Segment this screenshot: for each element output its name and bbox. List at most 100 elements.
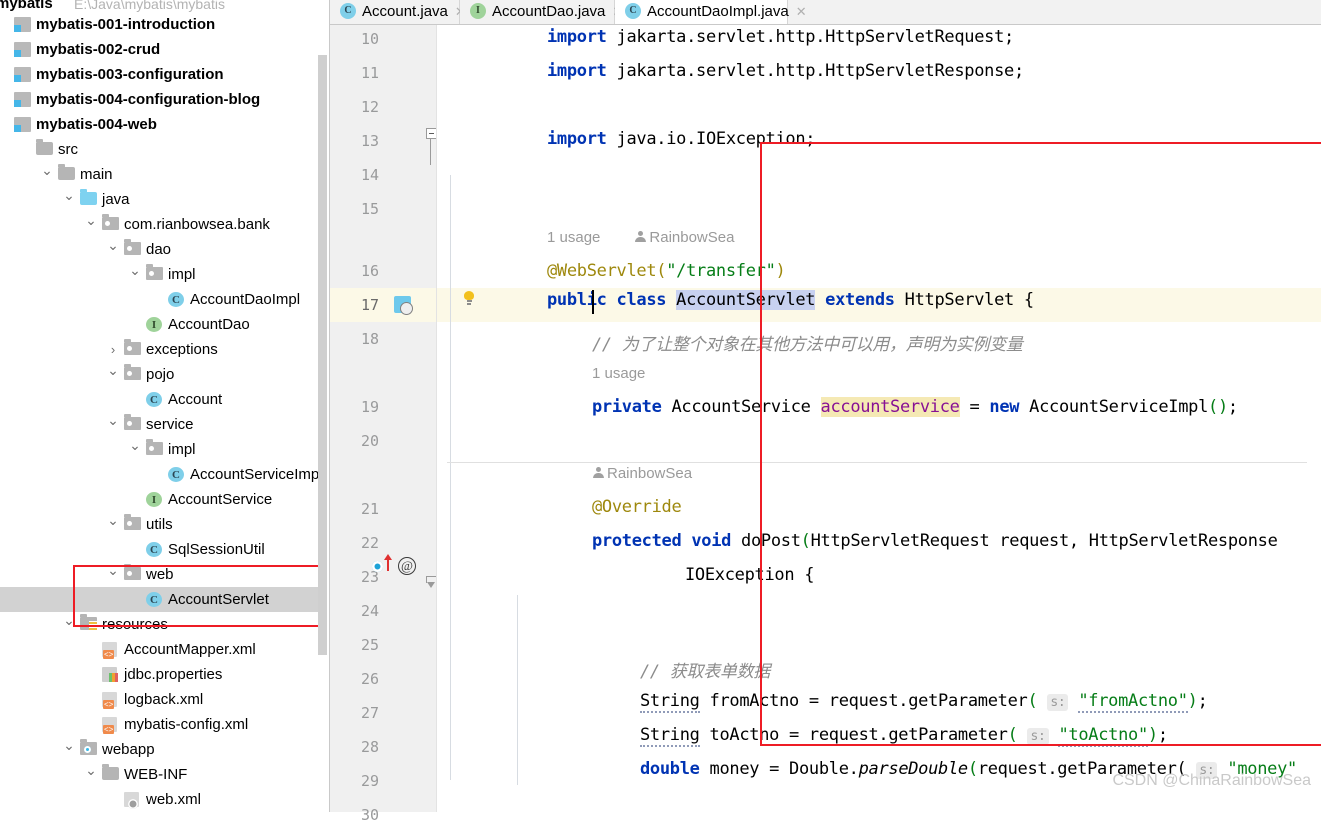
tree-item-accountdaoimpl[interactable]: C AccountDaoImpl xyxy=(0,287,320,312)
tree-item-impl[interactable]: ⌄ impl xyxy=(0,437,320,462)
tree-scrollbar-thumb[interactable] xyxy=(318,55,327,655)
tree-item-label: main xyxy=(80,166,113,183)
module-icon xyxy=(14,42,31,57)
code-line-10: import jakarta.servlet.http.HttpServletR… xyxy=(547,27,1014,47)
package-icon xyxy=(124,364,141,380)
tree-item-exceptions[interactable]: › exceptions xyxy=(0,337,320,362)
tree-item-java[interactable]: ⌄ java xyxy=(0,187,320,212)
chevron-down-icon[interactable]: ⌄ xyxy=(62,183,76,208)
chevron-down-icon[interactable]: ⌄ xyxy=(62,608,76,633)
intention-bulb-icon[interactable] xyxy=(464,291,474,305)
chevron-down-icon[interactable]: ⌄ xyxy=(106,408,120,433)
tree-item-account[interactable]: C Account xyxy=(0,387,320,412)
tree-item-impl[interactable]: ⌄ impl xyxy=(0,262,320,287)
tree-item-label: mybatis-004-configuration-blog xyxy=(36,91,261,108)
chevron-down-icon[interactable]: ⌄ xyxy=(84,208,98,233)
code-line-11: import jakarta.servlet.http.HttpServletR… xyxy=(547,61,1024,81)
chevron-down-icon[interactable]: ⌄ xyxy=(128,433,142,458)
editor-gutter[interactable]: 10 11 12 13 14 15 16 17 18 19 20 21 22 23 24 25 26 27 28 29… xyxy=(330,25,437,824)
tree-item-resources[interactable]: ⌄ resources xyxy=(0,612,320,637)
line-number: 10 xyxy=(360,30,379,48)
tree-item-mybatis-002-crud[interactable]: mybatis-002-crud xyxy=(0,37,320,62)
override-arrow-icon[interactable] xyxy=(384,554,392,571)
tree-scrollbar[interactable] xyxy=(318,55,327,655)
tree-item-accountserviceimpl[interactable]: C AccountServiceImpl xyxy=(0,462,323,487)
tree-item-accountservice[interactable]: I AccountService xyxy=(0,487,320,512)
line-number: 18 xyxy=(360,330,379,348)
tree-item-utils[interactable]: ⌄ utils xyxy=(0,512,320,537)
editor-tab-accountdaoimpl-java[interactable]: C AccountDaoImpl.java ✕ xyxy=(615,0,807,24)
tree-item-label: java xyxy=(102,191,130,208)
tree-item-web-xml[interactable]: web.xml xyxy=(0,787,320,812)
tree-item-label: src xyxy=(58,141,78,158)
line-number: 13 xyxy=(360,132,379,150)
tree-item-label: mybatis-002-crud xyxy=(36,41,161,58)
chevron-down-icon[interactable]: ⌄ xyxy=(106,508,120,533)
tree-item-dao[interactable]: ⌄ dao xyxy=(0,237,320,262)
tree-item-mybatis-001-introduction[interactable]: mybatis-001-introduction xyxy=(0,12,320,37)
indent-guide xyxy=(517,595,518,785)
java-interface-icon: I xyxy=(470,3,486,20)
chevron-down-icon[interactable]: ⌄ xyxy=(40,158,54,183)
tree-item-web-inf[interactable]: ⌄ WEB-INF xyxy=(0,762,320,787)
code-editor[interactable]: import jakarta.servlet.http.HttpServletR… xyxy=(437,25,1321,812)
tree-item-logback-xml[interactable]: logback.xml xyxy=(0,687,320,712)
tree-item-accountmapper-xml[interactable]: AccountMapper.xml xyxy=(0,637,320,662)
tree-item-mybatis-004-configuration-blog[interactable]: mybatis-004-configuration-blog xyxy=(0,87,320,112)
java-class-icon: C xyxy=(168,467,184,482)
chevron-down-icon[interactable]: ⌄ xyxy=(106,558,120,583)
tree-item-webapp[interactable]: ⌄ webapp xyxy=(0,737,320,762)
java-class-icon: C xyxy=(625,3,641,20)
tree-item-label: web.xml xyxy=(146,791,202,808)
web-xml-file-icon xyxy=(124,792,139,809)
overriding-method-gutter-icon[interactable] xyxy=(372,561,383,572)
package-icon xyxy=(124,564,141,580)
chevron-down-icon[interactable]: ⌄ xyxy=(128,258,142,283)
java-class-icon: C xyxy=(146,392,162,407)
tree-item-main[interactable]: ⌄ main xyxy=(0,162,320,187)
line-number: 12 xyxy=(360,98,379,116)
chevron-down-icon[interactable]: ⌄ xyxy=(106,358,120,383)
tree-item-service[interactable]: ⌄ service xyxy=(0,412,320,437)
annotation-gutter-icon[interactable]: @ xyxy=(398,557,416,575)
line-number: 14 xyxy=(360,166,379,184)
tree-item-mybatis-config-xml[interactable]: mybatis-config.xml xyxy=(0,712,320,737)
java-class-icon: C xyxy=(146,542,162,557)
webapp-folder-icon xyxy=(80,739,97,755)
servlet-mapping-gutter-icon[interactable] xyxy=(394,296,413,315)
tree-item-pojo[interactable]: ⌄ pojo xyxy=(0,362,320,387)
editor-tab-bar[interactable]: CAccount.java✕IAccountDao.java✕CAccountD… xyxy=(330,0,1321,25)
tree-item-mybatis-004-web[interactable]: mybatis-004-web xyxy=(0,112,320,137)
tree-item-sqlsessionutil[interactable]: C SqlSessionUtil xyxy=(0,537,320,562)
editor-tab-accountdao-java[interactable]: IAccountDao.java✕ xyxy=(460,0,623,24)
tree-item-jdbc-properties[interactable]: jdbc.properties xyxy=(0,662,320,687)
tree-item-web[interactable]: ⌄ web xyxy=(0,562,320,587)
tree-item-accountdao[interactable]: I AccountDao xyxy=(0,312,320,337)
code-line-21: @Override xyxy=(592,497,682,517)
package-icon xyxy=(124,339,141,355)
tree-item-mybatis-003-configuration[interactable]: mybatis-003-configuration xyxy=(0,62,320,87)
line-number: 16 xyxy=(360,262,379,280)
line-number: 19 xyxy=(360,398,379,416)
tree-item-accountservlet[interactable]: C AccountServlet xyxy=(0,587,320,612)
line-number: 21 xyxy=(360,500,379,518)
module-icon xyxy=(14,92,31,107)
watermark: CSDN @ChinaRainbowSea xyxy=(1112,772,1311,789)
line-number: 11 xyxy=(360,64,379,82)
project-tree[interactable]: mybatis-001-introduction mybatis-002-crud… xyxy=(0,12,323,812)
close-icon[interactable]: ✕ xyxy=(796,0,807,24)
editor-tab-account-java[interactable]: CAccount.java✕ xyxy=(330,0,466,24)
chevron-down-icon[interactable]: ⌄ xyxy=(106,233,120,258)
module-icon xyxy=(14,17,31,32)
source-folder-icon xyxy=(80,189,97,205)
line-number: 25 xyxy=(360,636,379,654)
line-number: 17 xyxy=(360,296,379,314)
text-caret xyxy=(592,290,594,314)
chevron-down-icon[interactable]: ⌄ xyxy=(84,758,98,783)
project-tool-window[interactable]: mybatis E:\Java\mybatis\mybatis mybatis-… xyxy=(0,0,330,812)
code-line-27: String toActno = request.getParameter( s… xyxy=(640,725,1168,747)
project-path: E:\Java\mybatis\mybatis xyxy=(74,0,225,12)
code-line-18: // 为了让整个对象在其他方法中可以用，声明为实例变量 xyxy=(592,335,1023,355)
tree-item-com-rianbowsea-bank[interactable]: ⌄ com.rianbowsea.bank xyxy=(0,212,320,237)
chevron-down-icon[interactable]: ⌄ xyxy=(62,733,76,758)
